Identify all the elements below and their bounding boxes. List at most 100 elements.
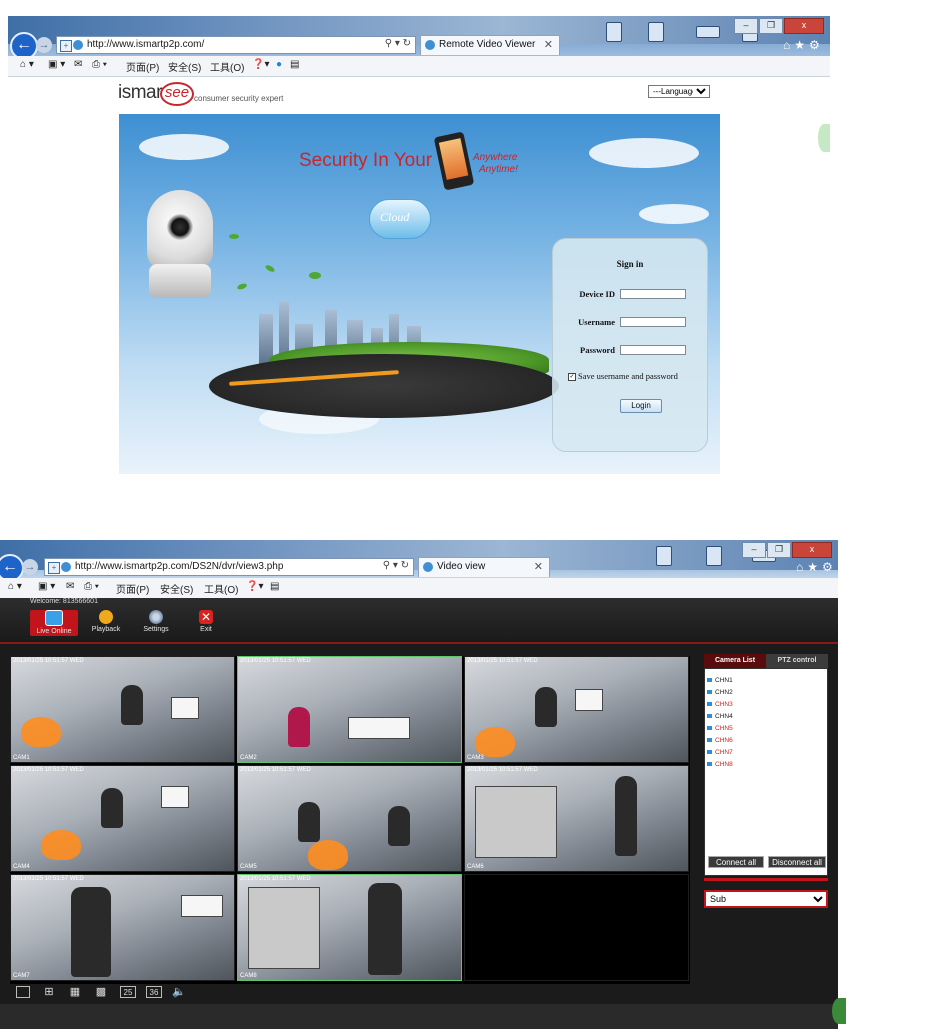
taskbar-doc-icon[interactable] — [606, 22, 622, 42]
tab-camera-list[interactable]: Camera List — [704, 654, 766, 668]
address-controls[interactable]: ⚲ ▾ ↻ — [383, 560, 409, 571]
address-url[interactable]: http://www.ismartp2p.com/ — [87, 39, 204, 50]
print-icon[interactable]: ⎙ ▾ — [92, 59, 107, 70]
home-icon[interactable]: ⌂ ▾ — [20, 59, 34, 70]
device-id-input[interactable] — [620, 289, 686, 299]
camera-item[interactable]: CHN5 — [707, 725, 733, 732]
video-cell-cam5[interactable]: 2013/01/25 10:51:57 WED CAM5 — [237, 765, 462, 872]
forward-button[interactable]: → — [36, 37, 52, 53]
osd-timestamp: 2013/01/25 10:51:57 WED — [13, 767, 84, 773]
layout-36-button[interactable]: 36 — [146, 986, 162, 998]
address-url[interactable]: http://www.ismartp2p.com/DS2N/dvr/view3.… — [75, 561, 283, 572]
video-cell-empty[interactable] — [464, 874, 689, 981]
nav-label: Playback — [91, 626, 121, 633]
video-cell-cam7[interactable]: 2013/01/25 10:51:57 WED CAM7 — [10, 874, 235, 981]
address-bar[interactable]: + http://www.ismartp2p.com/ ⚲ ▾ ↻ — [56, 36, 416, 54]
home-favorites-tools-icons[interactable]: ⌂★⚙ — [783, 38, 824, 52]
stream-type-select[interactable]: Sub — [704, 890, 828, 908]
disconnect-all-button[interactable]: Disconnect all — [768, 856, 826, 868]
person — [71, 887, 111, 977]
address-dropdown-icon[interactable]: + — [48, 562, 60, 574]
camera-item[interactable]: CHN3 — [707, 701, 733, 708]
leaf-icon — [309, 272, 321, 279]
browser-tab-active[interactable]: Video view ✕ — [418, 557, 550, 577]
save-credentials-checkbox[interactable]: ✓ — [568, 373, 576, 382]
nav-settings[interactable]: Settings — [132, 610, 180, 636]
home-favorites-tools-icons[interactable]: ⌂★⚙ — [796, 560, 837, 574]
menu-tools[interactable]: 工具(O) — [210, 59, 244, 74]
channel-label: CAM2 — [240, 755, 257, 761]
nav-live-online[interactable]: Live Online — [30, 610, 78, 636]
feeds-icon[interactable]: ▣ ▾ — [48, 59, 65, 70]
camera-item[interactable]: CHN8 — [707, 761, 733, 768]
taskbar-doc-icon[interactable] — [656, 546, 672, 566]
restore-button[interactable]: ❐ — [767, 542, 791, 558]
taskbar-money-icon[interactable] — [696, 26, 720, 38]
mail-icon[interactable]: ✉ — [66, 581, 74, 592]
leaf-icon — [236, 282, 248, 291]
password-input[interactable] — [620, 345, 686, 355]
gears-icon — [149, 610, 163, 624]
login-button[interactable]: Login — [620, 399, 662, 413]
tab-close-icon[interactable]: ✕ — [534, 560, 543, 573]
language-select[interactable]: ---Language--- — [648, 85, 710, 98]
menu-page[interactable]: 页面(P) — [116, 581, 149, 596]
minimize-button[interactable]: – — [742, 542, 766, 558]
forward-button[interactable]: → — [22, 559, 38, 575]
video-cell-cam3[interactable]: 2013/01/25 10:51:57 WED CAM3 — [464, 656, 689, 763]
help-icon[interactable]: ❓▾ — [246, 581, 263, 592]
side-widget-icon[interactable] — [818, 124, 830, 152]
research-icon[interactable]: ▤ — [270, 581, 279, 592]
layout-16-icon[interactable]: ▩ — [94, 986, 108, 998]
address-controls[interactable]: ⚲ ▾ ↻ — [385, 38, 411, 49]
welcome-text: Welcome: 813566601 — [30, 598, 98, 605]
camera-item[interactable]: CHN6 — [707, 737, 733, 744]
video-cell-cam6[interactable]: 2013/01/25 10:51:57 WED CAM6 — [464, 765, 689, 872]
taskbar-doc-icon[interactable] — [648, 22, 664, 42]
menu-page[interactable]: 页面(P) — [126, 59, 159, 74]
skype-icon[interactable]: ● — [276, 59, 282, 70]
layout-25-button[interactable]: 25 — [120, 986, 136, 998]
menu-tools[interactable]: 工具(O) — [204, 581, 238, 596]
layout-1-icon[interactable] — [16, 986, 30, 998]
browser-tab-active[interactable]: Remote Video Viewer ✕ — [420, 35, 560, 55]
camera-item[interactable]: CHN7 — [707, 749, 733, 756]
home-icon[interactable]: ⌂ ▾ — [8, 581, 22, 592]
mail-icon[interactable]: ✉ — [74, 59, 82, 70]
osd-timestamp: 2013/01/25 10:51:57 WED — [467, 658, 538, 664]
audio-icon[interactable]: 🔈 — [172, 986, 186, 998]
taskbar-doc-icon[interactable] — [706, 546, 722, 566]
video-cell-cam2[interactable]: 2013/01/25 10:51:57 WED CAM2 — [237, 656, 462, 763]
video-cell-cam8[interactable]: 2013/01/25 10:51:57 WED CAM8 — [237, 874, 462, 981]
chair — [308, 840, 348, 870]
person — [101, 788, 123, 828]
minimize-button[interactable]: – — [734, 18, 758, 34]
feeds-icon[interactable]: ▣ ▾ — [38, 581, 55, 592]
tab-close-icon[interactable]: ✕ — [544, 38, 553, 51]
menu-safety[interactable]: 安全(S) — [160, 581, 193, 596]
help-icon[interactable]: ❓▾ — [252, 59, 269, 70]
layout-9-icon[interactable]: ▦ — [68, 986, 82, 998]
research-icon[interactable]: ▤ — [290, 59, 299, 70]
nav-playback[interactable]: Playback — [82, 610, 130, 636]
tab-ptz-control[interactable]: PTZ control — [766, 654, 828, 668]
camera-item[interactable]: CHN4 — [707, 713, 733, 720]
connect-all-button[interactable]: Connect all — [708, 856, 764, 868]
video-cell-cam4[interactable]: 2013/01/25 10:51:57 WED CAM4 — [10, 765, 235, 872]
nav-label: Live Online — [36, 628, 72, 635]
layout-4-icon[interactable]: ⊞ — [42, 986, 56, 998]
side-widget-icon[interactable] — [832, 998, 846, 1024]
monitor-icon — [45, 610, 63, 626]
restore-button[interactable]: ❐ — [759, 18, 783, 34]
nav-exit[interactable]: ✕ Exit — [182, 610, 230, 636]
camera-item[interactable]: CHN2 — [707, 689, 733, 696]
close-window-button[interactable]: x — [784, 18, 824, 34]
address-dropdown-icon[interactable]: + — [60, 40, 72, 52]
address-bar[interactable]: + http://www.ismartp2p.com/DS2N/dvr/view… — [44, 558, 414, 576]
menu-safety[interactable]: 安全(S) — [168, 59, 201, 74]
camera-item[interactable]: CHN1 — [707, 677, 733, 684]
username-input[interactable] — [620, 317, 686, 327]
close-window-button[interactable]: x — [792, 542, 832, 558]
video-cell-cam1[interactable]: 2013/01/25 10:51:57 WED CAM1 — [10, 656, 235, 763]
print-icon[interactable]: ⎙ ▾ — [84, 581, 99, 592]
